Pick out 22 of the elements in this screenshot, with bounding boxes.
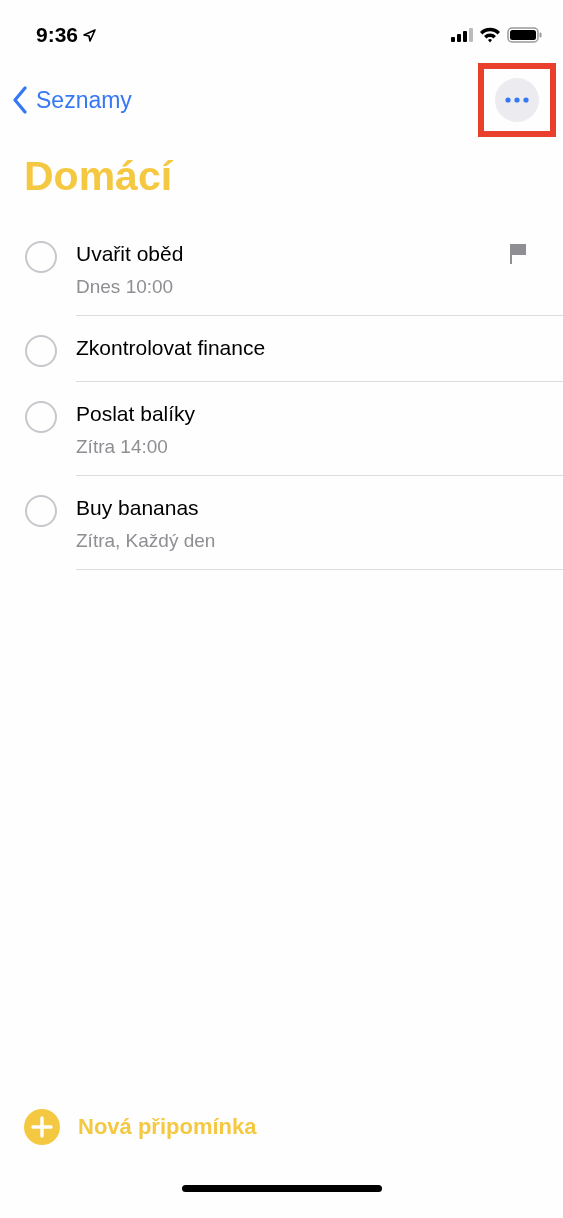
- chevron-left-icon: [12, 86, 28, 114]
- reminder-title: Uvařit oběd: [76, 241, 184, 267]
- reminder-due: Zítra 14:00: [76, 435, 169, 459]
- reminder-due: Zítra, Každý den: [76, 529, 217, 553]
- checkbox[interactable]: [25, 401, 57, 433]
- list-title: Domácí: [23, 151, 175, 201]
- checkbox[interactable]: [25, 495, 57, 527]
- ellipsis-icon: [505, 97, 529, 103]
- signal-icon: [451, 28, 473, 42]
- reminder-title: Zkontrolovat finance: [76, 335, 266, 361]
- status-time: 9:36: [36, 23, 79, 47]
- back-link[interactable]: Seznamy: [12, 86, 132, 114]
- more-button[interactable]: [495, 78, 539, 122]
- battery-icon: [507, 27, 543, 43]
- reminder-title: Buy bananas: [76, 495, 199, 521]
- plus-circle-icon: [24, 1109, 60, 1145]
- checkbox[interactable]: [25, 335, 57, 367]
- reminder-title: Poslat balíky: [76, 401, 196, 427]
- wifi-icon: [479, 27, 501, 43]
- checkbox[interactable]: [25, 241, 57, 273]
- reminder-due: Dnes 10:00: [76, 275, 175, 299]
- location-arrow-icon: [83, 28, 97, 42]
